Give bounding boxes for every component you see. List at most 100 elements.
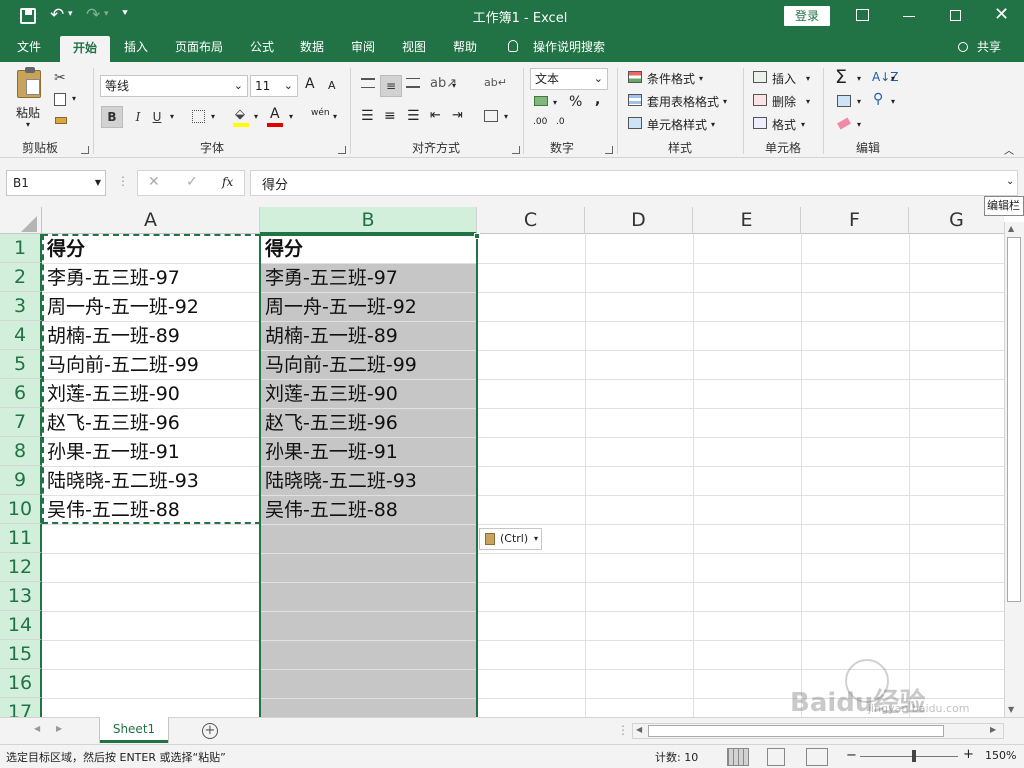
number-launcher-icon[interactable]: [605, 146, 613, 154]
delete-dropdown-icon[interactable]: ▾: [806, 97, 810, 106]
table-format-button[interactable]: 套用表格格式: [647, 93, 719, 110]
expand-formula-bar-icon[interactable]: ⌄: [1006, 176, 1014, 187]
share-button[interactable]: 共享: [972, 33, 1006, 62]
phonetic-guide-icon[interactable]: wén: [311, 108, 330, 118]
font-size-dropdown[interactable]: 11 ⌄: [250, 75, 298, 97]
close-icon[interactable]: ✕: [994, 4, 1009, 25]
collapse-ribbon-icon[interactable]: ︿: [1004, 142, 1014, 157]
normal-view-icon[interactable]: [727, 748, 749, 766]
align-middle-icon[interactable]: ≡: [380, 75, 402, 97]
copy-dropdown-icon[interactable]: ▾: [72, 94, 76, 103]
tab-review[interactable]: 审阅: [341, 33, 385, 62]
row-header-4[interactable]: 4: [0, 321, 42, 350]
zoom-slider-track[interactable]: [860, 756, 958, 757]
underline-dropdown-icon[interactable]: ▾: [170, 112, 174, 121]
sheet-tab-sheet1[interactable]: Sheet1: [100, 717, 168, 743]
format-dropdown-icon[interactable]: ▾: [801, 120, 805, 129]
row-header-11[interactable]: 11: [0, 524, 42, 553]
customize-qat-icon[interactable]: ⯆: [121, 8, 129, 19]
paste-icon[interactable]: [17, 67, 41, 98]
delete-cells-button[interactable]: 删除: [772, 93, 796, 110]
merge-dropdown-icon[interactable]: ▾: [504, 112, 508, 121]
tell-me-search[interactable]: 操作说明搜索: [528, 33, 610, 62]
confirm-entry-icon[interactable]: ✓: [186, 174, 198, 190]
tab-file[interactable]: 文件: [6, 33, 52, 62]
font-launcher-icon[interactable]: [338, 146, 346, 154]
font-color-dropdown-icon[interactable]: ▾: [289, 112, 293, 121]
fill-icon[interactable]: [837, 95, 851, 107]
cell-styles-dropdown-icon[interactable]: ▾: [711, 120, 715, 129]
alignment-launcher-icon[interactable]: [512, 146, 520, 154]
tab-formulas[interactable]: 公式: [240, 33, 284, 62]
undo-icon[interactable]: ↶: [50, 5, 64, 25]
page-layout-view-icon[interactable]: [767, 748, 785, 766]
orientation-dropdown-icon[interactable]: ▾: [452, 81, 456, 90]
row-header-8[interactable]: 8: [0, 437, 42, 466]
scroll-right-icon[interactable]: ▶: [990, 725, 996, 734]
row-header-6[interactable]: 6: [0, 379, 42, 408]
increase-font-size-icon[interactable]: A: [305, 76, 315, 92]
clipboard-launcher-icon[interactable]: [81, 146, 89, 154]
undo-dropdown-icon[interactable]: ▾: [68, 9, 73, 19]
scroll-sheets-right-icon[interactable]: ▶: [56, 724, 62, 733]
horizontal-scroll-thumb[interactable]: [648, 725, 944, 737]
row-header-13[interactable]: 13: [0, 582, 42, 611]
page-break-view-icon[interactable]: [806, 748, 828, 766]
autosum-icon[interactable]: Σ: [835, 66, 847, 88]
increase-indent-icon[interactable]: ⇥: [452, 108, 463, 123]
decrease-indent-icon[interactable]: ⇤: [430, 108, 441, 123]
redo-dropdown-icon[interactable]: ▾: [104, 9, 109, 19]
underline-button[interactable]: U: [146, 106, 168, 128]
table-format-dropdown-icon[interactable]: ▾: [723, 97, 727, 106]
autosum-dropdown-icon[interactable]: ▾: [857, 74, 861, 83]
column-header-b[interactable]: B: [260, 207, 477, 234]
column-header-f[interactable]: F: [801, 207, 909, 234]
zoom-slider-thumb[interactable]: [912, 750, 916, 762]
row-header-15[interactable]: 15: [0, 640, 42, 669]
name-box[interactable]: B1 ▼: [6, 170, 106, 196]
find-select-icon[interactable]: ⚲: [873, 91, 883, 107]
scroll-sheets-left-icon[interactable]: ◀: [34, 724, 40, 733]
cell-styles-button[interactable]: 单元格样式: [647, 116, 707, 133]
insert-cells-button[interactable]: 插入: [772, 70, 796, 87]
tab-insert[interactable]: 插入: [114, 33, 158, 62]
tab-view[interactable]: 视图: [392, 33, 436, 62]
copy-icon[interactable]: [54, 93, 66, 106]
column-header-c[interactable]: C: [477, 207, 585, 234]
align-right-icon[interactable]: ☰: [407, 108, 420, 124]
percent-button[interactable]: %: [569, 94, 582, 110]
row-header-14[interactable]: 14: [0, 611, 42, 640]
tab-page-layout[interactable]: 页面布局: [168, 33, 230, 62]
vertical-scroll-thumb[interactable]: [1007, 237, 1021, 602]
number-format-dropdown[interactable]: 文本 ⌄: [530, 68, 608, 90]
merge-center-icon[interactable]: [484, 110, 498, 122]
column-header-e[interactable]: E: [693, 207, 801, 234]
conditional-format-dropdown-icon[interactable]: ▾: [699, 74, 703, 83]
format-cells-button[interactable]: 格式: [772, 116, 796, 133]
paste-dropdown-icon[interactable]: ▾: [26, 120, 30, 129]
zoom-out-button[interactable]: −: [846, 748, 857, 763]
paste-options-button[interactable]: (Ctrl) ▾: [479, 528, 542, 550]
row-header-7[interactable]: 7: [0, 408, 42, 437]
increase-decimal-button[interactable]: .00: [533, 117, 547, 127]
scroll-down-icon[interactable]: ▼: [1008, 705, 1014, 714]
phonetic-dropdown-icon[interactable]: ▾: [333, 112, 337, 121]
add-sheet-icon[interactable]: +: [202, 723, 218, 739]
conditional-format-button[interactable]: 条件格式: [647, 70, 695, 87]
redo-icon[interactable]: ↷: [86, 5, 100, 25]
font-name-dropdown[interactable]: 等线 ⌄: [100, 75, 248, 97]
fill-dropdown-icon[interactable]: ▾: [857, 97, 861, 106]
save-icon[interactable]: [20, 8, 36, 24]
column-header-a[interactable]: A: [42, 207, 260, 234]
row-header-16[interactable]: 16: [0, 669, 42, 698]
row-header-1[interactable]: 1: [0, 234, 42, 263]
login-button[interactable]: 登录: [784, 6, 830, 26]
currency-dropdown-icon[interactable]: ▾: [553, 98, 557, 107]
row-header-9[interactable]: 9: [0, 466, 42, 495]
sort-dropdown-icon[interactable]: ▾: [891, 74, 895, 83]
scroll-left-icon[interactable]: ◀: [636, 725, 642, 734]
cut-icon[interactable]: ✂: [54, 70, 66, 86]
zoom-in-button[interactable]: +: [963, 747, 974, 762]
currency-icon[interactable]: [534, 96, 548, 106]
zoom-level[interactable]: 150%: [985, 749, 1016, 762]
